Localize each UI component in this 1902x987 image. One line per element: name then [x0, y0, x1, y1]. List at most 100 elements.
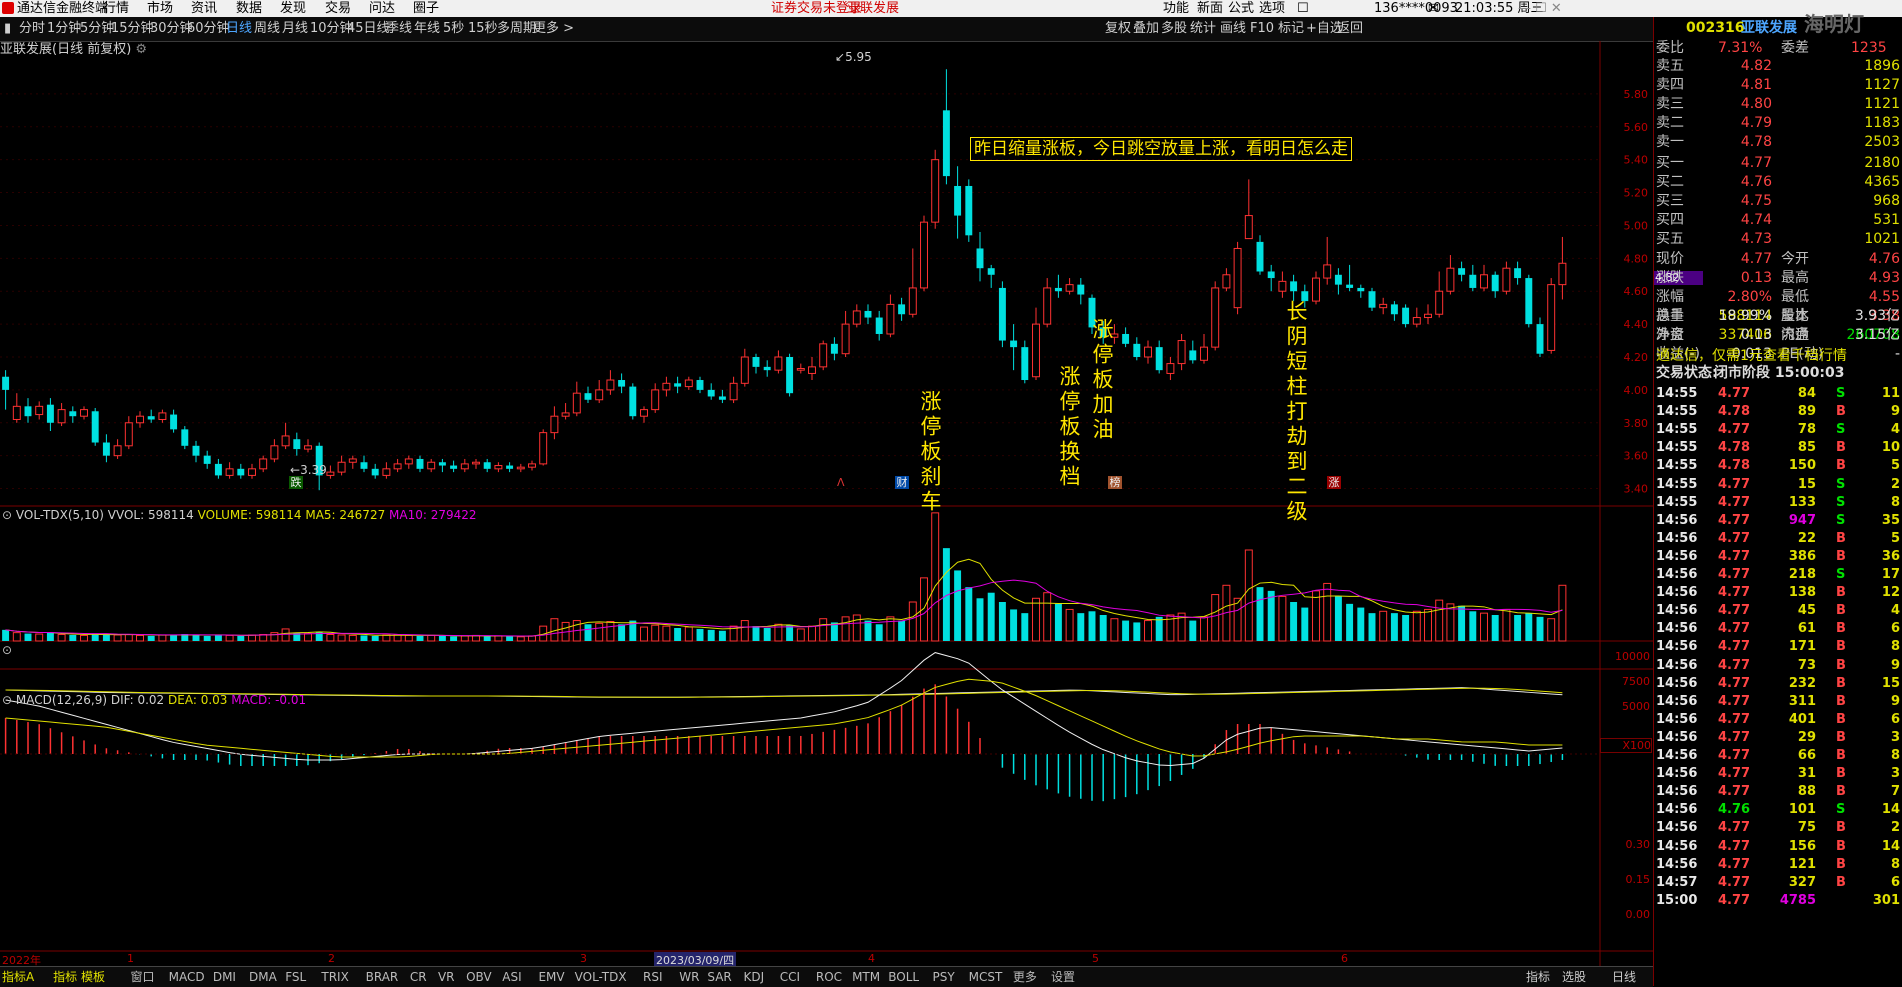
- tab-quarterly[interactable]: 季线: [386, 17, 412, 41]
- indicator-tab[interactable]: RSI: [643, 967, 663, 987]
- tab-fenshi[interactable]: 分时: [19, 17, 45, 41]
- window-controls[interactable]: — ☐ ✕: [1518, 0, 1562, 17]
- indicator-tab[interactable]: DMA: [249, 967, 277, 987]
- menu-faxian[interactable]: 发现: [280, 0, 306, 17]
- indicator-tab[interactable]: WR: [679, 967, 699, 987]
- candle-body: [248, 468, 256, 476]
- tag-die[interactable]: 跌: [289, 476, 303, 489]
- indicator-tab[interactable]: ROC: [816, 967, 842, 987]
- price-axis-label: 4.40: [1624, 318, 1649, 331]
- tab-weekly[interactable]: 周线: [254, 17, 280, 41]
- candle-body: [898, 304, 906, 315]
- indicator-tab[interactable]: MTM: [852, 967, 880, 987]
- tab-45day[interactable]: 45日线: [347, 17, 390, 41]
- menu-quanzi[interactable]: 圈子: [413, 0, 439, 17]
- indicator-tab[interactable]: CCI: [780, 967, 800, 987]
- indicator-tab[interactable]: 指标A: [2, 967, 34, 987]
- volume-bar: [796, 628, 805, 642]
- tab-15min[interactable]: 15分钟: [111, 17, 154, 41]
- candle-body: [965, 185, 973, 236]
- bottom-right-indicator[interactable]: 指标: [1526, 967, 1550, 987]
- tab-5min[interactable]: 5分钟: [80, 17, 114, 41]
- menu-shichang[interactable]: 市场: [147, 0, 173, 17]
- indicator-tab[interactable]: EMV: [538, 967, 564, 987]
- bottom-right-select[interactable]: 选股: [1562, 967, 1586, 987]
- indicator-tab[interactable]: KDJ: [744, 967, 765, 987]
- account-id[interactable]: 136****0093: [1374, 0, 1458, 17]
- tab-yearly[interactable]: 年线: [414, 17, 440, 41]
- tool-tongji[interactable]: 统计: [1190, 17, 1216, 41]
- indicator-tab[interactable]: 窗口: [130, 967, 154, 987]
- candle-body: [1144, 346, 1152, 358]
- window-icon[interactable]: ☐: [1297, 0, 1309, 17]
- indicator-tab[interactable]: PSY: [933, 967, 955, 987]
- tab-1min[interactable]: 1分钟: [47, 17, 81, 41]
- volume-bar: [1412, 610, 1421, 642]
- menu-banmian[interactable]: 新面: [1197, 0, 1223, 17]
- indicator-tab[interactable]: VR: [438, 967, 455, 987]
- volume-bar: [651, 624, 660, 642]
- menu-xuanxiang[interactable]: 选项: [1259, 0, 1285, 17]
- tag-jing[interactable]: 榜: [1108, 476, 1122, 489]
- menu-jiaoyi[interactable]: 交易: [325, 0, 351, 17]
- menu-gongneng[interactable]: 功能: [1163, 0, 1189, 17]
- candle-body: [393, 463, 402, 470]
- candle-body: [1458, 268, 1466, 275]
- menu-gongshi[interactable]: 公式: [1228, 0, 1254, 17]
- tab-60min[interactable]: 60分钟: [187, 17, 230, 41]
- bottom-period[interactable]: 日线: [1612, 967, 1636, 987]
- tab-multi-period[interactable]: 多周期: [497, 17, 536, 41]
- indicator-tab[interactable]: BOLL: [888, 967, 919, 987]
- low-marker: ←3.39: [290, 463, 327, 477]
- tool-back[interactable]: 返回: [1337, 17, 1363, 41]
- tag-up-arrow-icon[interactable]: ᐱ: [837, 476, 845, 489]
- indicator-tab[interactable]: FSL: [285, 967, 306, 987]
- indicator-tab[interactable]: CR: [410, 967, 427, 987]
- indicator-tab[interactable]: SAR: [707, 967, 731, 987]
- volume-bar: [1491, 615, 1499, 641]
- promo-banner[interactable]: 通达信，仅需1元查看千档行情: [1656, 347, 1847, 365]
- candle-body: [1211, 287, 1220, 348]
- indicator-tab[interactable]: 更多: [1013, 967, 1037, 987]
- tab-more[interactable]: 更多 >: [533, 17, 574, 41]
- tab-15sec[interactable]: 15秒: [468, 17, 498, 41]
- volume-bar: [1244, 549, 1253, 642]
- indicator-tab[interactable]: DMI: [213, 967, 236, 987]
- tab-daily[interactable]: 日线: [226, 17, 252, 41]
- vol-settings-icon[interactable]: ⊙: [2, 508, 12, 522]
- indicator-tab[interactable]: BRAR: [366, 967, 399, 987]
- price-axis-label: 5.60: [1624, 121, 1649, 134]
- mtm-settings-icon[interactable]: ⊙: [2, 643, 12, 657]
- indicator-tab[interactable]: ASI: [502, 967, 521, 987]
- date-label-2: 2: [328, 952, 335, 965]
- tag-cai[interactable]: 财: [895, 476, 909, 489]
- macd-settings-icon[interactable]: ⊙: [2, 693, 12, 707]
- mail-icon[interactable]: ✉: [1428, 0, 1439, 17]
- indicator-tab[interactable]: TRIX: [321, 967, 348, 987]
- indicator-tab[interactable]: 设置: [1051, 967, 1075, 987]
- menu-shuju[interactable]: 数据: [236, 0, 262, 17]
- tool-biaoji[interactable]: 标记: [1278, 17, 1304, 41]
- indicator-tab[interactable]: 指标 模板: [53, 967, 105, 987]
- stock-chart[interactable]: 5.80 5.60 5.40 5.20 5.00 4.80 4.60 4.40 4.20 4.00…: [0, 41, 1653, 966]
- tool-fuquan[interactable]: 复权: [1105, 17, 1131, 41]
- tool-duogu[interactable]: 多股: [1161, 17, 1187, 41]
- indicator-tab[interactable]: MCST: [969, 967, 1003, 987]
- tab-monthly[interactable]: 月线: [282, 17, 308, 41]
- indicator-tab[interactable]: OBV: [466, 967, 492, 987]
- app-logo-icon: [2, 2, 14, 14]
- tab-5sec[interactable]: 5秒: [443, 17, 464, 41]
- tool-f10[interactable]: F10: [1250, 17, 1274, 41]
- menu-wenda[interactable]: 问达: [369, 0, 395, 17]
- annotation-zhangting-shache: 涨停板刹车: [918, 390, 942, 515]
- volume-bar: [674, 628, 682, 641]
- quote-panel: 002316 亚联发展 海明灯 委比 7.31% 委差 1235 卖五 4.82 1…: [1653, 14, 1902, 986]
- candle-body: [35, 405, 44, 416]
- tag-zhang[interactable]: 涨: [1327, 476, 1341, 489]
- tool-diejia[interactable]: 叠加: [1133, 17, 1159, 41]
- indicator-tab[interactable]: VOL-TDX: [575, 967, 627, 987]
- tool-huaxian[interactable]: 画线: [1220, 17, 1246, 41]
- menu-zixun[interactable]: 资讯: [191, 0, 217, 17]
- menu-hangqing[interactable]: 行情: [103, 0, 129, 17]
- indicator-tab[interactable]: MACD: [169, 967, 205, 987]
